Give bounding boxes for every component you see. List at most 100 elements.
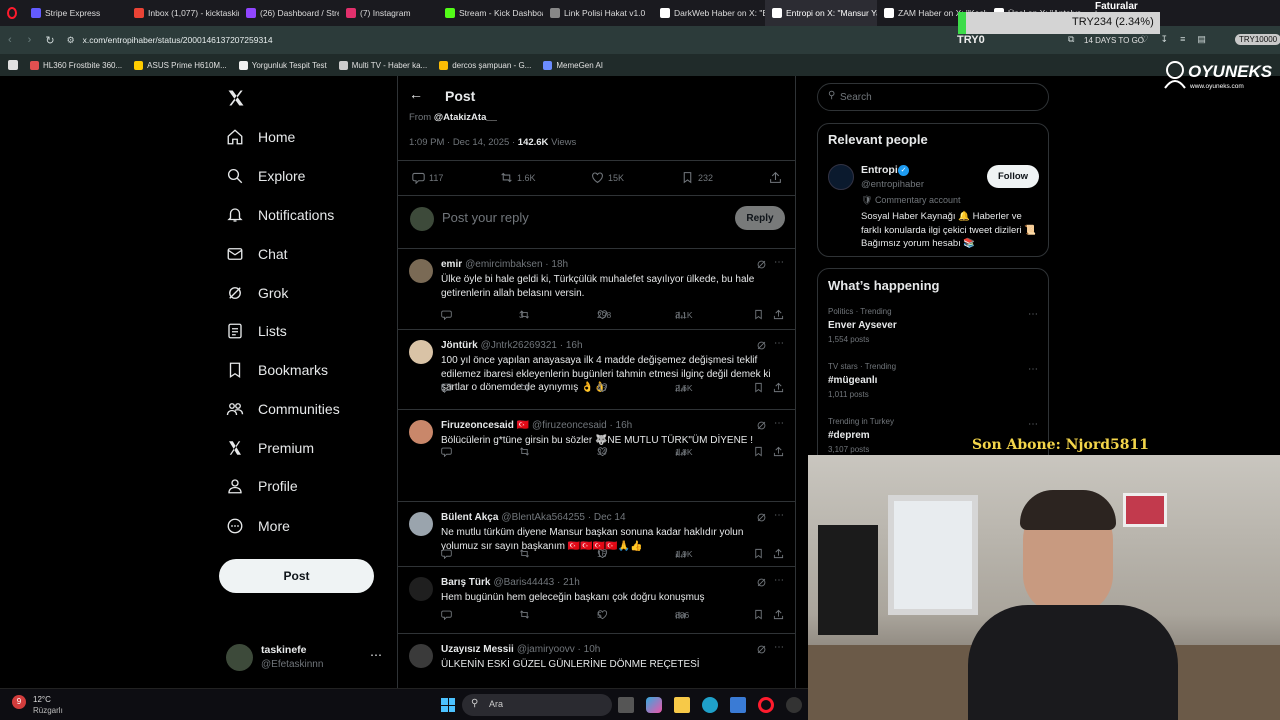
nav-item-chat[interactable]: Chat	[226, 239, 288, 269]
trend-item[interactable]: TV stars · Trending #mügeanlı 1,011 posts ⋯	[828, 362, 1040, 412]
taskbar-search[interactable]: ⚲ Ara	[462, 694, 612, 716]
grok-icon[interactable]	[756, 259, 767, 270]
opera-logo-icon[interactable]	[0, 0, 24, 26]
bookmark-action[interactable]	[753, 609, 764, 620]
search-box[interactable]: ⚲ Search	[817, 83, 1049, 111]
bookmark-action[interactable]	[753, 548, 764, 559]
like-action[interactable]: 34	[597, 446, 608, 457]
repost-action[interactable]: 3	[519, 309, 530, 320]
reply-item[interactable]: Bülent Akça @BlentAka564255 · Dec 14 ⋯ Ne m…	[398, 501, 795, 566]
nav-item-communities[interactable]: Communities	[226, 394, 340, 424]
bookmark-item[interactable]: dercos şampuan - G...	[439, 60, 531, 70]
like-action[interactable]: 43	[597, 382, 608, 393]
reply-action[interactable]: 1	[441, 382, 452, 393]
reply-button[interactable]: Reply	[735, 206, 785, 230]
browser-tab[interactable]: Link Polisi Hakat v1.0	[543, 0, 653, 26]
grok-icon[interactable]	[756, 420, 767, 431]
browser-tab[interactable]: Entropi on X: "Mansur Ya	[765, 0, 877, 26]
bookmark-action[interactable]	[753, 309, 764, 320]
obs-icon[interactable]	[786, 697, 802, 713]
reply-author[interactable]: Uzayısız Messii @jamiryoovv · 10h	[441, 644, 600, 655]
bookmark-item[interactable]: MemeGen AI	[543, 60, 603, 70]
reply-action[interactable]	[441, 309, 452, 320]
reply-author[interactable]: Firuzeoncesaid 🇹🇷 @firuzeoncesaid · 16h	[441, 420, 632, 431]
reply-author[interactable]: Barış Türk @Baris44443 · 21h	[441, 577, 580, 588]
views-action[interactable]: 1.9K	[675, 548, 693, 559]
file-explorer-icon[interactable]	[674, 697, 690, 713]
bookmark-grid-icon[interactable]	[8, 60, 18, 70]
entropi-avatar[interactable]	[828, 164, 854, 190]
bookmark-item[interactable]: ASUS Prime H610M...	[134, 60, 227, 70]
share-action[interactable]	[773, 609, 784, 620]
copilot-icon[interactable]	[646, 697, 662, 713]
avatar[interactable]	[409, 644, 433, 668]
bookmark-action[interactable]	[753, 446, 764, 457]
grok-icon[interactable]	[756, 644, 767, 655]
browser-tab[interactable]: Stripe Express	[24, 0, 127, 26]
reply-item[interactable]: Firuzeoncesaid 🇹🇷 @firuzeoncesaid · 16h ⋯ B…	[398, 409, 795, 501]
bookmark-item[interactable]: HL360 Frostbite 360...	[30, 60, 122, 70]
more-options-icon[interactable]: ⋯	[774, 510, 784, 521]
more-options-icon[interactable]: ⋯	[774, 257, 784, 268]
task-view-icon[interactable]	[618, 697, 634, 713]
share-icon[interactable]: ⧉	[1068, 34, 1074, 45]
nav-item-home[interactable]: Home	[226, 122, 295, 152]
reply-author[interactable]: Jöntürk @Jntrk26269321 · 16h	[441, 340, 583, 351]
share-button[interactable]	[769, 171, 782, 184]
share-action[interactable]	[773, 446, 784, 457]
more-options-icon[interactable]: ⋯	[774, 418, 784, 429]
browser-tab[interactable]: (7) Instagram	[339, 0, 438, 26]
browser-tab[interactable]: Inbox (1,077) - kicktaskin	[127, 0, 239, 26]
follow-button[interactable]: Follow	[987, 165, 1039, 188]
weather-widget[interactable]: 9 12°C Rüzgarlı	[12, 692, 72, 718]
nav-item-bookmarks[interactable]: Bookmarks	[226, 355, 328, 385]
reply-count[interactable]: 117	[412, 171, 443, 184]
like-action[interactable]: 298	[597, 309, 611, 320]
repost-action[interactable]	[519, 548, 530, 559]
views-action[interactable]: 3.1K	[675, 309, 693, 320]
share-action[interactable]	[773, 548, 784, 559]
opera-icon[interactable]	[758, 697, 774, 713]
reply-item[interactable]: Uzayısız Messii @jamiryoovv · 10h ⋯ ÜLKENİN…	[398, 633, 795, 688]
bookmark-count[interactable]: 232	[681, 171, 713, 184]
avatar[interactable]	[409, 512, 433, 536]
avatar[interactable]	[409, 420, 433, 444]
reply-item[interactable]: Jöntürk @Jntrk26269321 · 16h ⋯ 100 yıl önce…	[398, 329, 795, 409]
reload-icon[interactable]: ↻	[45, 34, 54, 47]
views-action[interactable]: 886	[675, 609, 689, 620]
reply-action[interactable]	[441, 446, 452, 457]
bookmark-item[interactable]: Multi TV - Haber ka...	[338, 60, 427, 70]
reply-input[interactable]: Post your reply	[442, 210, 529, 225]
browser-tab[interactable]: Stream - Kick Dashboard	[438, 0, 543, 26]
account-switcher[interactable]: taskinefe @Efetaskinnn ⋯	[226, 640, 386, 676]
x-logo-icon[interactable]	[226, 88, 246, 108]
nav-item-explore[interactable]: Explore	[226, 161, 305, 191]
more-options-icon[interactable]: ⋯	[774, 642, 784, 653]
repost-action[interactable]	[519, 446, 530, 457]
share-action[interactable]	[773, 309, 784, 320]
trend-more-icon[interactable]: ⋯	[1028, 309, 1038, 320]
views-action[interactable]: 2.6K	[675, 382, 693, 393]
post-time[interactable]: 1:09 PM · Dec 14, 2025 ·	[409, 137, 515, 148]
trend-more-icon[interactable]: ⋯	[1028, 364, 1038, 375]
person-name[interactable]: Entropi	[861, 164, 898, 176]
avatar[interactable]	[409, 259, 433, 283]
reply-action[interactable]	[441, 609, 452, 620]
nav-item-profile[interactable]: Profile	[226, 471, 298, 501]
nav-item-notifications[interactable]: Notifications	[226, 200, 334, 230]
edge-icon[interactable]	[702, 697, 718, 713]
repost-action[interactable]	[519, 382, 530, 393]
site-info-icon[interactable]: ⚙	[67, 35, 75, 46]
reply-item[interactable]: Barış Türk @Baris44443 · 21h ⋯ Hem bugünün …	[398, 566, 795, 633]
grok-icon[interactable]	[756, 577, 767, 588]
avatar[interactable]	[409, 340, 433, 364]
bookmark-item[interactable]: Yorgunluk Tespit Test	[238, 60, 327, 70]
more-options-icon[interactable]: ⋯	[774, 575, 784, 586]
bookmark-action[interactable]	[753, 382, 764, 393]
grok-icon[interactable]	[756, 512, 767, 523]
forward-icon[interactable]: ›	[28, 34, 32, 46]
repost-action[interactable]	[519, 609, 530, 620]
post-button[interactable]: Post	[219, 559, 374, 593]
more-options-icon[interactable]: ⋯	[774, 338, 784, 349]
like-count[interactable]: 15K	[591, 171, 624, 184]
